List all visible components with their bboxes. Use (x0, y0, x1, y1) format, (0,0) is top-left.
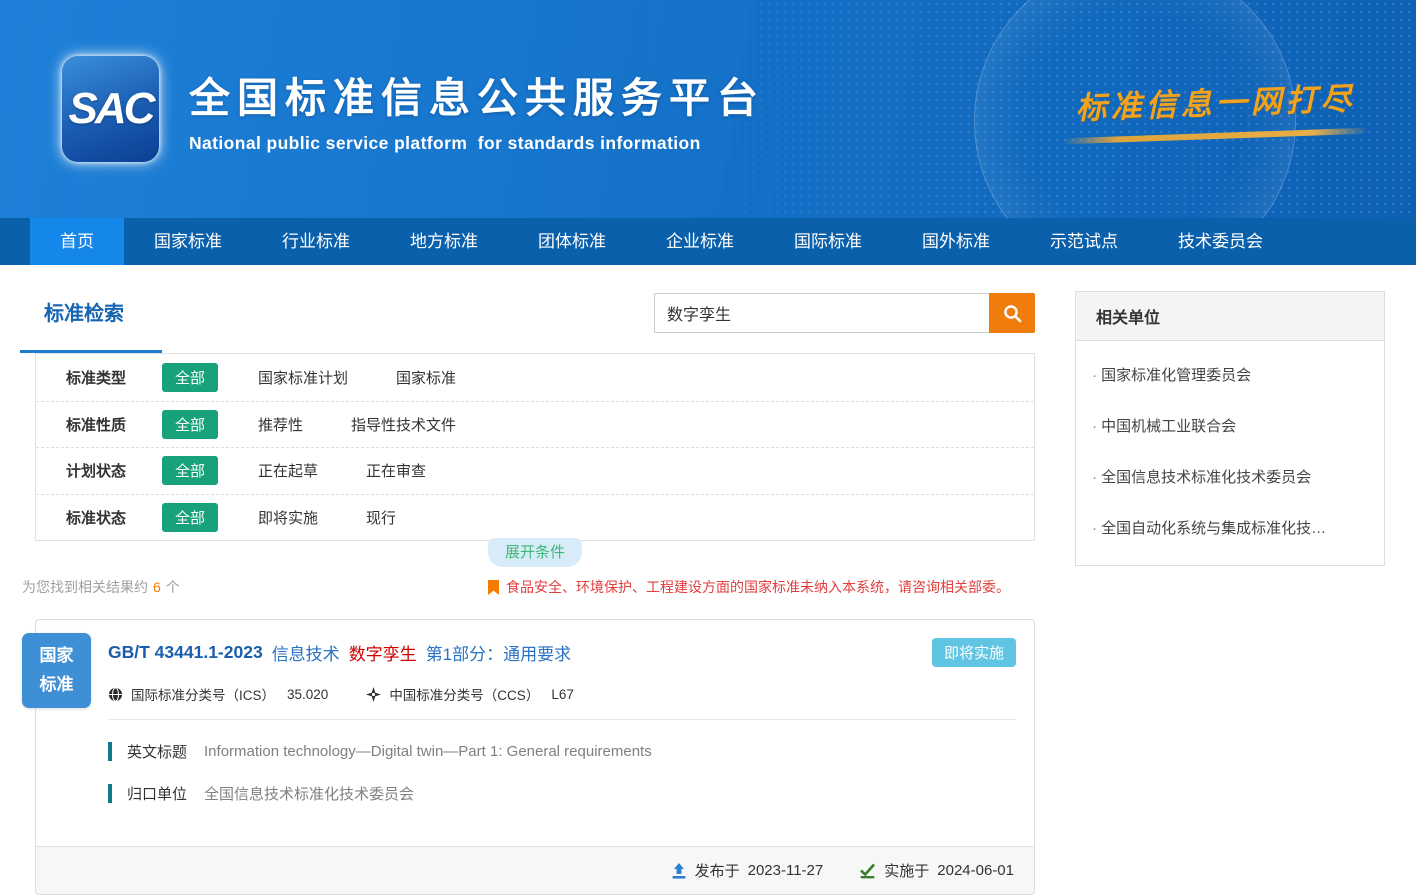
implement-date-item: 实施于 2024-06-01 (859, 860, 1014, 881)
filter-label: 计划状态 (66, 460, 158, 481)
search-button[interactable] (989, 293, 1035, 333)
dept-row: 归口单位 全国信息技术标准化技术委员会 (108, 783, 1016, 804)
sac-logo-text: SAC (69, 84, 153, 134)
standard-code-link[interactable]: GB/T 43441.1-2023 (108, 642, 263, 663)
card-footer: 发布于 2023-11-27 实施于 2024-06-01 (36, 846, 1034, 894)
nav-item-home[interactable]: 首页 (30, 218, 124, 265)
filter-all-button[interactable]: 全部 (162, 363, 218, 392)
sidebar-item-sac[interactable]: 国家标准化管理委员会 (1076, 349, 1384, 400)
nav-item-pilot-projects[interactable]: 示范试点 (1020, 218, 1148, 265)
filter-row-plan-status: 计划状态 全部 正在起草 正在审查 (36, 447, 1034, 494)
ics-classification: 国际标准分类号（ICS） 35.020 (108, 684, 328, 704)
bookmark-icon (488, 580, 499, 595)
filter-label: 标准性质 (66, 414, 158, 435)
filter-option[interactable]: 国家标准计划 (258, 367, 348, 388)
dept-label: 归口单位 (127, 783, 187, 804)
filter-all-button[interactable]: 全部 (162, 503, 218, 532)
filter-row-standard-type: 标准类型 全部 国家标准计划 国家标准 (36, 354, 1034, 401)
system-notice: 食品安全、环境保护、工程建设方面的国家标准未纳入本系统，请咨询相关部委。 (488, 577, 1010, 597)
nav-item-enterprise-standards[interactable]: 企业标准 (636, 218, 764, 265)
nav-item-technical-committees[interactable]: 技术委员会 (1148, 218, 1293, 265)
dept-value: 全国信息技术标准化技术委员会 (204, 783, 414, 804)
filter-option[interactable]: 指导性技术文件 (351, 414, 456, 435)
nav-item-foreign-standards[interactable]: 国外标准 (892, 218, 1020, 265)
ccs-classification: 中国标准分类号（CCS） L67 (366, 684, 574, 704)
standard-title-part2[interactable]: 第1部分：通用要求 (426, 640, 571, 665)
search-input[interactable] (654, 293, 989, 333)
related-units-title: 相关单位 (1076, 292, 1384, 341)
nav-item-local-standards[interactable]: 地方标准 (380, 218, 508, 265)
globe-icon (108, 687, 123, 702)
standard-result-card: 国家 标准 GB/T 43441.1-2023 信息技术 数字孪生 第1部分：通… (35, 619, 1035, 895)
filter-option[interactable]: 国家标准 (396, 367, 456, 388)
publish-icon (671, 863, 687, 879)
status-badge: 即将实施 (932, 638, 1016, 667)
publish-date: 2023-11-27 (748, 862, 824, 879)
sidebar-item-machinery-federation[interactable]: 中国机械工业联合会 (1076, 400, 1384, 451)
filter-row-standard-nature: 标准性质 全部 推荐性 指导性技术文件 (36, 401, 1034, 448)
filter-option[interactable]: 正在起草 (258, 460, 318, 481)
filter-all-button[interactable]: 全部 (162, 456, 218, 485)
slogan-underline (1063, 128, 1368, 145)
row-marker-bar (108, 784, 112, 803)
expand-conditions-button[interactable]: 展开条件 (488, 538, 582, 567)
page-title: 标准检索 (20, 291, 124, 326)
check-icon (859, 863, 876, 879)
implement-date: 2024-06-01 (937, 862, 1014, 879)
search-icon (1002, 303, 1023, 324)
main-nav: 首页 国家标准 行业标准 地方标准 团体标准 企业标准 国际标准 国外标准 示范… (0, 218, 1416, 265)
sac-logo[interactable]: SAC (62, 56, 159, 162)
standard-type-badge: 国家 标准 (22, 633, 91, 708)
site-title: 全国标准信息公共服务平台 (189, 64, 765, 124)
nav-item-industry-standards[interactable]: 行业标准 (252, 218, 380, 265)
header-slogan: 标准信息一网打尽 (1062, 73, 1368, 129)
english-title-row: 英文标题 Information technology—Digital twin… (108, 741, 1016, 762)
result-count-number: 6 (153, 579, 161, 595)
site-subtitle: National public service platform for sta… (189, 133, 765, 154)
sidebar-item-automation-systems-committee[interactable]: 全国自动化系统与集成标准化技… (1076, 502, 1384, 553)
nav-item-group-standards[interactable]: 团体标准 (508, 218, 636, 265)
ccs-value: L67 (551, 687, 574, 702)
filter-row-standard-status: 标准状态 全部 即将实施 现行 (36, 494, 1034, 541)
notice-text: 食品安全、环境保护、工程建设方面的国家标准未纳入本系统，请咨询相关部委。 (506, 577, 1010, 597)
filter-option[interactable]: 现行 (366, 507, 396, 528)
ics-value: 35.020 (287, 687, 328, 702)
row-marker-bar (108, 742, 112, 761)
compass-icon (366, 687, 381, 702)
filter-all-button[interactable]: 全部 (162, 410, 218, 439)
filter-option[interactable]: 正在审查 (366, 460, 426, 481)
result-count: 为您找到相关结果约6个 (22, 577, 180, 597)
nav-item-international-standards[interactable]: 国际标准 (764, 218, 892, 265)
nav-item-national-standards[interactable]: 国家标准 (124, 218, 252, 265)
english-title-label: 英文标题 (127, 741, 187, 762)
filter-option[interactable]: 即将实施 (258, 507, 318, 528)
standard-title-highlight[interactable]: 数字孪生 (349, 640, 417, 665)
ics-label: 国际标准分类号（ICS） (131, 684, 275, 704)
standard-title-part1[interactable]: 信息技术 (272, 640, 340, 665)
publish-date-item: 发布于 2023-11-27 (671, 860, 824, 881)
filter-option[interactable]: 推荐性 (258, 414, 303, 435)
ccs-label: 中国标准分类号（CCS） (389, 684, 539, 704)
filter-panel: 标准类型 全部 国家标准计划 国家标准 标准性质 全部 推荐性 指导性技术文件 … (35, 353, 1035, 541)
card-divider (108, 719, 1016, 720)
related-units-panel: 相关单位 国家标准化管理委员会 中国机械工业联合会 全国信息技术标准化技术委员会… (1075, 291, 1385, 566)
english-title-value: Information technology—Digital twin—Part… (204, 743, 652, 760)
filter-label: 标准状态 (66, 507, 158, 528)
filter-label: 标准类型 (66, 367, 158, 388)
site-header: SAC 全国标准信息公共服务平台 National public service… (0, 0, 1416, 218)
sidebar-item-it-standardization-committee[interactable]: 全国信息技术标准化技术委员会 (1076, 451, 1384, 502)
